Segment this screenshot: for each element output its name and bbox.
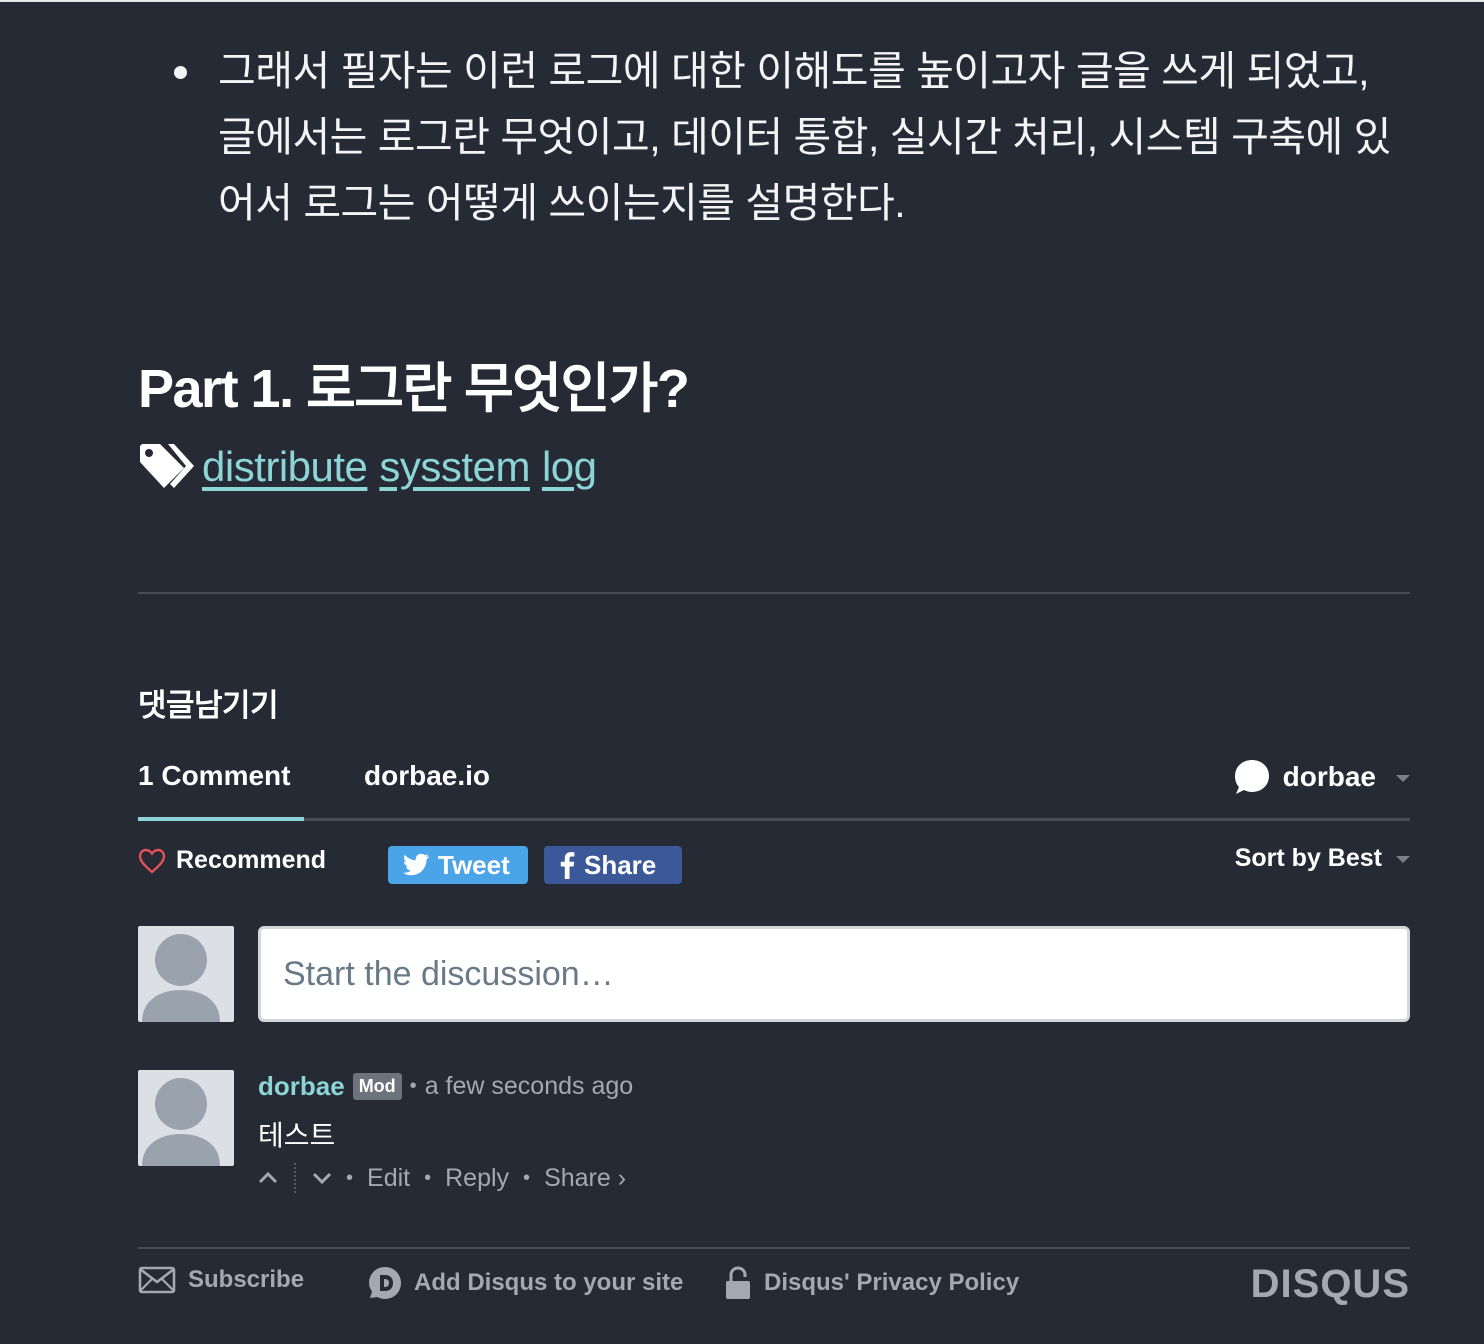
disqus-logo[interactable]: DISQUS (1251, 1262, 1410, 1307)
downvote-icon[interactable] (312, 1168, 332, 1188)
recommend-label: Recommend (176, 846, 327, 874)
facebook-share-button[interactable]: Share (544, 846, 682, 884)
tag-link-distribute[interactable]: distribute (202, 443, 368, 491)
user-avatar-icon (142, 934, 220, 1022)
action-bar: Recommend Tweet Share Sort by Best (138, 842, 1410, 888)
chevron-down-icon (1396, 856, 1410, 863)
disqus-footer: Subscribe Add Disqus to your site Disqus… (138, 1262, 1410, 1308)
privacy-policy-link[interactable]: Disqus' Privacy Policy (724, 1266, 1019, 1300)
separator-dot: • (424, 1166, 432, 1189)
add-disqus-link[interactable]: Add Disqus to your site (368, 1266, 683, 1300)
section-divider (138, 592, 1410, 594)
disqus-d-icon (369, 1267, 401, 1299)
post-header: dorbae Mod • a few seconds ago (258, 1071, 633, 1102)
tag-link-sysstem[interactable]: sysstem (379, 443, 530, 491)
user-avatar-icon (142, 1078, 220, 1166)
sort-label: Sort by Best (1234, 844, 1382, 872)
comment-input[interactable]: Start the discussion… (258, 926, 1410, 1022)
article-heading: Part 1. 로그란 무엇인가? (138, 359, 690, 419)
chevron-down-icon (1396, 774, 1410, 782)
avatar[interactable] (138, 1070, 234, 1166)
bullet-dot (174, 66, 187, 79)
bullet-line-1: 그래서 필자는 이런 로그에 대한 이해도를 높이고자 글을 쓰게 되었고, (218, 48, 1370, 94)
subscribe-link[interactable]: Subscribe (138, 1266, 304, 1294)
nav-active-indicator (138, 817, 304, 821)
lock-icon (726, 1266, 750, 1299)
comments-title: 댓글남기기 (138, 688, 279, 723)
speech-bubble-icon (1234, 760, 1269, 794)
user-menu[interactable]: dorbae (1233, 758, 1410, 796)
user-name: dorbae (1282, 761, 1376, 792)
separator-dot: • (523, 1166, 531, 1189)
upvote-icon[interactable] (258, 1168, 278, 1188)
add-disqus-label: Add Disqus to your site (414, 1269, 684, 1296)
separator-dot: • (346, 1166, 354, 1189)
comment-input-placeholder: Start the discussion… (283, 954, 614, 993)
post-timestamp[interactable]: a few seconds ago (425, 1072, 633, 1101)
twitter-bird-icon (403, 853, 429, 876)
sort-dropdown[interactable]: Sort by Best (1235, 844, 1410, 873)
tag-list: distribute sysstem log (138, 442, 609, 492)
bullet-line-2: 글에서는 로그란 무엇이고, 데이터 통합, 실시간 처리, 시스템 구축에 있 (218, 114, 1391, 160)
post-footer: • Edit • Reply • Share › (258, 1158, 626, 1198)
footer-divider (138, 1247, 1410, 1249)
disqus-nav: 1 Comment dorbae.io dorbae (138, 752, 1410, 822)
heart-icon (138, 848, 166, 874)
post-body: 테스트 (258, 1120, 336, 1151)
mod-badge: Mod (352, 1073, 402, 1100)
recommend-button[interactable]: Recommend (138, 846, 326, 875)
edit-link[interactable]: Edit (367, 1164, 410, 1193)
subscribe-label: Subscribe (188, 1266, 305, 1293)
reply-link[interactable]: Reply (445, 1164, 509, 1193)
tag-link-log[interactable]: log (542, 443, 597, 491)
tab-comment-count[interactable]: 1 Comment (138, 760, 290, 792)
avatar (138, 926, 234, 1022)
privacy-label: Disqus' Privacy Policy (764, 1269, 1020, 1296)
tweet-button[interactable]: Tweet (388, 846, 528, 884)
envelope-icon (138, 1266, 176, 1294)
bullet-item: 그래서 필자는 이런 로그에 대한 이해도를 높이고자 글을 쓰게 되었고, 글… (168, 38, 1418, 236)
post-share-link[interactable]: Share › (544, 1164, 626, 1193)
tweet-label: Tweet (438, 849, 510, 880)
facebook-f-icon (560, 852, 575, 879)
tab-community[interactable]: dorbae.io (364, 760, 490, 792)
post-author[interactable]: dorbae (258, 1071, 345, 1102)
vote-divider (294, 1163, 296, 1193)
article-bullet-list: 그래서 필자는 이런 로그에 대한 이해도를 높이고자 글을 쓰게 되었고, 글… (168, 38, 1418, 236)
bullet-line-3: 어서 로그는 어떻게 쓰이는지를 설명한다. (218, 180, 906, 226)
separator-dot: • (409, 1075, 417, 1097)
tags-icon (140, 444, 194, 488)
nav-underline (138, 818, 1410, 821)
share-label: Share (584, 849, 657, 880)
top-divider (0, 0, 1484, 2)
